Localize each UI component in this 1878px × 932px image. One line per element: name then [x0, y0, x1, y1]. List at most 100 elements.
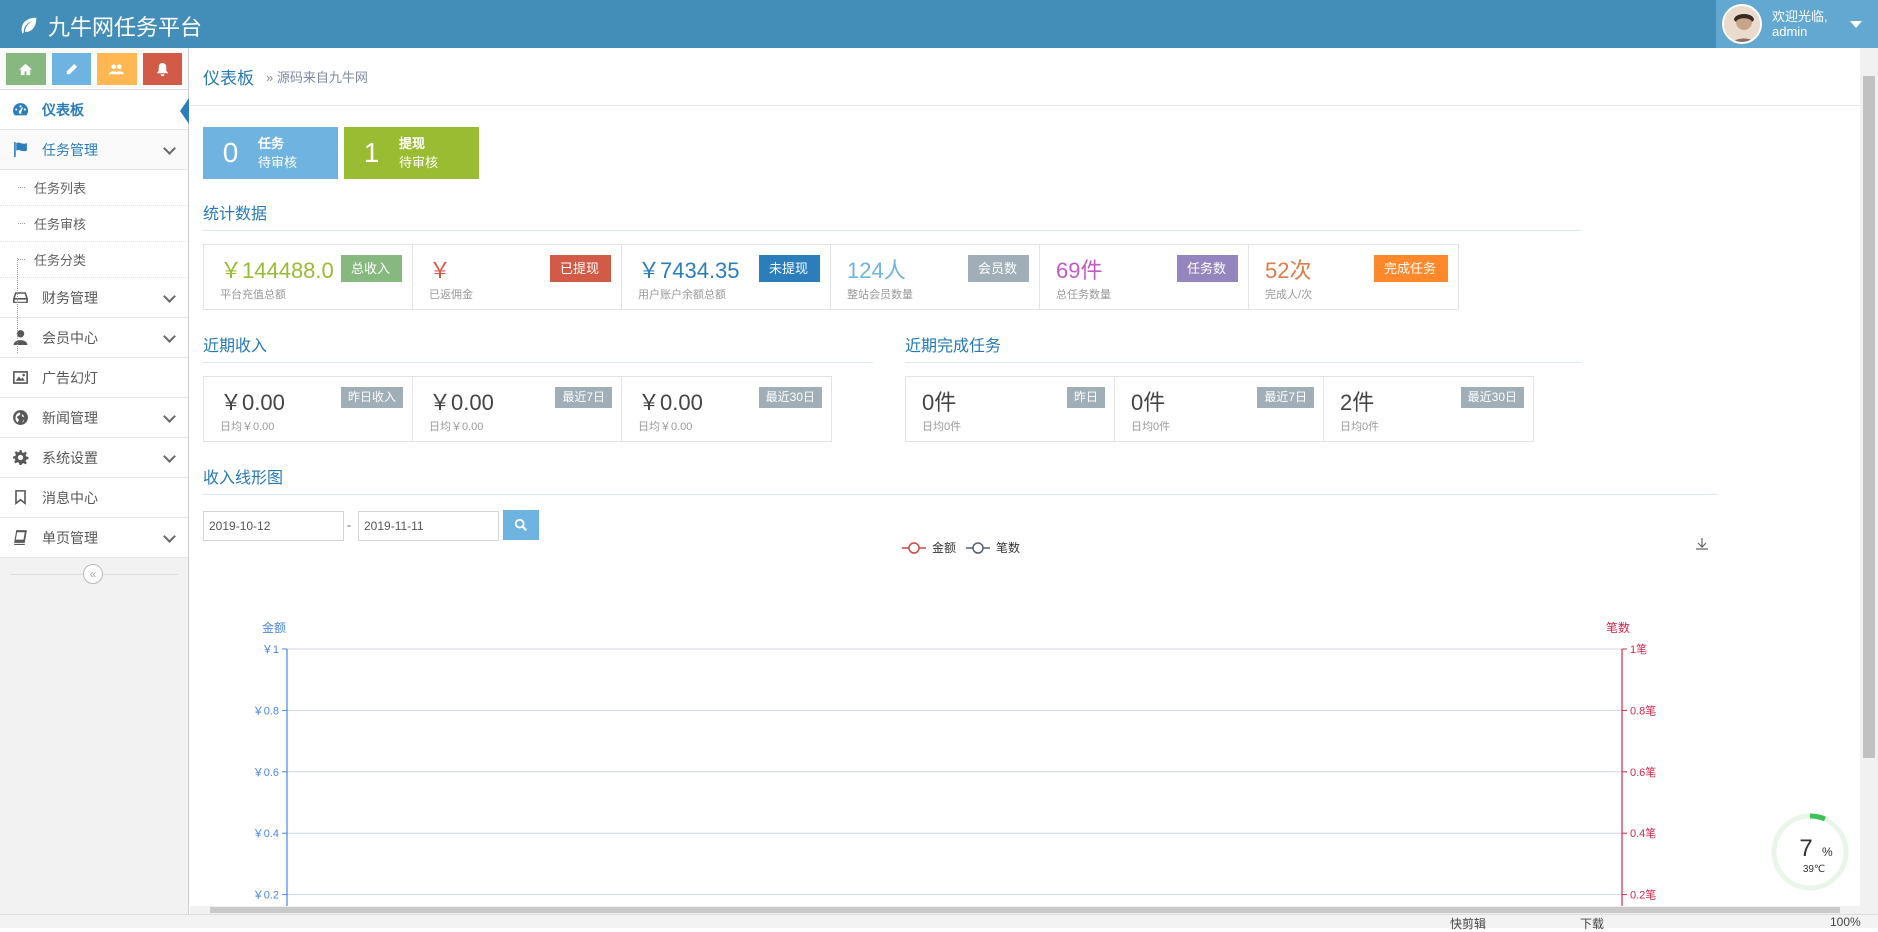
sidebar-item-tasks[interactable]: 任务管理 — [0, 130, 188, 170]
user-menu[interactable]: 欢迎光临, admin — [1716, 0, 1878, 48]
bell-icon — [156, 62, 168, 76]
task-stat-tag: 最近30日 — [1460, 387, 1524, 408]
income-stat-tag: 最近7日 — [555, 387, 612, 408]
income-stat-caption: 日均￥0.00 — [220, 421, 275, 433]
y-tick-label-right: 0.4笔 — [1630, 826, 1656, 840]
vertical-scrollbar[interactable] — [1860, 48, 1878, 914]
sidebar-item-label: 新闻管理 — [42, 409, 98, 426]
caret-down-icon — [1850, 20, 1862, 28]
book-icon — [11, 528, 30, 547]
task-stat-card: 0件 日均0件 昨日 — [906, 377, 1115, 441]
scrollbar-thumb[interactable] — [1863, 76, 1875, 758]
sidebar-item-messages[interactable]: 消息中心 — [0, 478, 188, 518]
leaf-icon — [21, 17, 37, 34]
infobox-pending-withdrawals[interactable]: 1 提现 待审核 — [344, 127, 479, 179]
task-stat-tag: 最近7日 — [1257, 387, 1314, 408]
page-title[interactable]: 仪表板 — [203, 64, 254, 89]
infobox-number: 0 — [222, 137, 239, 168]
stat-tag: 任务数 — [1176, 255, 1247, 282]
picture-icon — [11, 368, 30, 387]
section-title-chart: 收入线形图 — [203, 464, 1718, 495]
browser-statusbar: 快剪辑 下载 100% — [0, 914, 1878, 931]
income-stat-card: ￥0.00 日均￥0.00 最近7日 — [413, 377, 622, 441]
legend-marker-count — [972, 542, 984, 554]
users-icon — [109, 63, 125, 74]
task-stat-caption: 日均0件 — [922, 421, 962, 433]
legend-marker-amount — [908, 542, 920, 554]
stat-tag: 总收入 — [340, 255, 411, 282]
hdd-icon — [11, 288, 30, 307]
sidebar: 仪表板 任务管理 任务列表 任务审核 任务分类 财务管理 会员中心 广告幻灯 新… — [0, 48, 189, 928]
submenu-tree-line — [17, 258, 18, 353]
shortcut-bell-button[interactable] — [142, 53, 182, 85]
sidebar-subitem-task-category[interactable]: 任务分类 — [0, 242, 188, 278]
income-stat-card: ￥0.00 日均￥0.00 昨日收入 — [204, 377, 413, 441]
home-icon — [19, 63, 33, 75]
chart-legend[interactable]: 金额 笔数 — [902, 540, 1020, 555]
flag-icon — [11, 140, 30, 159]
sidebar-subitem-task-list[interactable]: 任务列表 — [0, 170, 188, 206]
chevron-down-icon — [163, 290, 176, 303]
legend-label-amount: 金额 — [932, 540, 956, 555]
stat-card: 124人 整站会员数量 会员数 — [831, 245, 1040, 309]
sidebar-shortcuts — [0, 48, 188, 90]
top-navbar: 九牛网任务平台 欢迎光临, admin — [0, 0, 1878, 48]
stat-tag: 会员数 — [967, 255, 1038, 282]
user-info: 欢迎光临, admin — [1772, 9, 1846, 39]
download-icon[interactable] — [1696, 538, 1708, 550]
stat-caption: 完成人/次 — [1265, 289, 1313, 301]
sidebar-item-pages[interactable]: 单页管理 — [0, 518, 188, 558]
user-greeting: 欢迎光临, — [1772, 9, 1828, 24]
sidebar-item-label: 单页管理 — [42, 529, 98, 546]
shortcut-home-button[interactable] — [6, 53, 46, 85]
section-title-recent-tasks: 近期完成任务 — [905, 332, 1581, 363]
chevron-down-icon — [163, 330, 176, 343]
infobox-number: 1 — [363, 137, 380, 168]
tasks-row: 0件 日均0件 昨日 0件 日均0件 最近7日 2件 日均0件 最近30日 — [905, 376, 1534, 442]
y-tick-label-right: 0.8笔 — [1630, 703, 1656, 717]
sidebar-item-news[interactable]: 新闻管理 — [0, 398, 188, 438]
sidebar-item-ads[interactable]: 广告幻灯 — [0, 358, 188, 398]
stat-caption: 总任务数量 — [1056, 289, 1111, 301]
shortcut-edit-button[interactable] — [51, 53, 91, 85]
sidebar-item-members[interactable]: 会员中心 — [0, 318, 188, 358]
breadcrumb-subtitle: » 源码来自九牛网 — [266, 70, 368, 85]
stat-card: ￥144488.0 平台充值总额 总收入 — [204, 245, 413, 309]
sidebar-collapse-button[interactable]: « — [83, 564, 103, 584]
bookmark-icon — [11, 488, 30, 507]
statusbar-item[interactable]: 下载 — [1580, 915, 1604, 932]
statusbar-item[interactable]: 快剪辑 — [1450, 915, 1486, 932]
sidebar-subitem-task-review[interactable]: 任务审核 — [0, 206, 188, 242]
sidebar-item-finance[interactable]: 财务管理 — [0, 278, 188, 318]
sidebar-item-dashboard[interactable]: 仪表板 — [0, 90, 189, 130]
sidebar-item-label: 消息中心 — [42, 489, 98, 506]
task-stat-card: 2件 日均0件 最近30日 — [1324, 377, 1533, 441]
chevron-down-icon — [163, 450, 176, 463]
sidebar-item-settings[interactable]: 系统设置 — [0, 438, 188, 478]
scrollbar-thumb[interactable] — [210, 907, 1840, 913]
section-title-stats: 统计数据 — [203, 200, 1581, 231]
stat-card: ￥ 已返佣金 已提现 — [413, 245, 622, 309]
y-tick-label-left: ￥0.4 — [253, 828, 279, 840]
section-title-recent-income: 近期收入 — [203, 332, 873, 363]
y-tick-label-left: ￥1 — [262, 644, 279, 656]
stat-card: 69件 总任务数量 任务数 — [1040, 245, 1249, 309]
infobox-label: 提现 待审核 — [399, 134, 438, 172]
income-stat-card: ￥0.00 日均￥0.00 最近30日 — [622, 377, 831, 441]
infobox-pending-tasks[interactable]: 0 任务 待审核 — [203, 127, 338, 179]
income-row: ￥0.00 日均￥0.00 昨日收入 ￥0.00 日均￥0.00 最近7日 ￥0.00 日均￥… — [203, 376, 832, 442]
gauge-temperature: 39℃ — [1803, 864, 1825, 875]
y-tick-label-left: ￥0.8 — [253, 705, 279, 717]
active-indicator — [180, 98, 189, 124]
horizontal-scrollbar[interactable] — [190, 906, 1860, 914]
chevron-down-icon — [163, 410, 176, 423]
stat-card: 52次 完成人/次 完成任务 — [1249, 245, 1458, 309]
chevron-down-icon — [163, 142, 176, 155]
pencil-icon — [66, 63, 77, 74]
brand[interactable]: 九牛网任务平台 — [18, 10, 202, 42]
infobox-title: 任务 — [258, 136, 285, 151]
sidebar-collapse-bar: « — [0, 558, 188, 590]
shortcut-users-button[interactable] — [97, 53, 137, 85]
gauge-unit: % — [1822, 845, 1833, 859]
statusbar-item[interactable]: 100% — [1830, 915, 1861, 929]
